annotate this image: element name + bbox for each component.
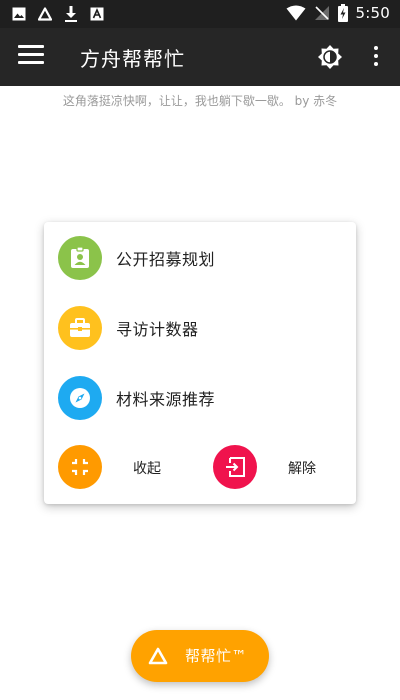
image-icon xyxy=(12,7,26,21)
compass-icon xyxy=(70,388,90,408)
collapse-button[interactable] xyxy=(58,444,102,490)
briefcase-icon xyxy=(70,318,90,337)
collapse-icon-bg xyxy=(58,445,102,489)
delta-icon xyxy=(38,7,52,21)
notice-text: 这角落挺凉快啊，让让，我也躺下歇一歇。 by 赤冬 xyxy=(62,94,338,108)
menu-icon xyxy=(18,45,44,64)
delta-icon xyxy=(148,647,168,665)
dismiss-icon-bg xyxy=(213,445,257,489)
more-vert-icon xyxy=(366,46,386,66)
status-bar: 5:50 xyxy=(0,0,400,28)
collapse-label: 收起 xyxy=(133,461,161,477)
status-time: 5:50 xyxy=(355,4,390,22)
collapse-icon xyxy=(72,459,88,475)
menu-item-material-source[interactable]: 材料来源推荐 xyxy=(58,375,215,421)
menu-item-icon-bg xyxy=(58,236,102,280)
id-badge-icon xyxy=(71,247,89,268)
wifi-icon xyxy=(286,5,306,21)
a-badge-icon xyxy=(90,7,104,21)
exit-icon xyxy=(226,457,245,477)
menu-item-label: 材料来源推荐 xyxy=(116,390,216,409)
fab-label: 帮帮忙™ xyxy=(185,647,248,665)
menu-item-icon-bg xyxy=(58,376,102,420)
no-sim-icon xyxy=(314,6,329,20)
theme-toggle-button[interactable] xyxy=(316,43,344,71)
dismiss-label: 解除 xyxy=(288,461,316,477)
dismiss-button[interactable] xyxy=(213,444,257,490)
menu-item-recruitment[interactable]: 公开招募规划 xyxy=(58,235,215,281)
status-icons-left xyxy=(12,6,104,22)
more-options-button[interactable] xyxy=(366,43,386,71)
help-fab-button[interactable]: 帮帮忙™ xyxy=(131,630,269,682)
status-icons-right: 5:50 xyxy=(286,4,390,22)
menu-button[interactable] xyxy=(18,45,44,69)
menu-item-label: 公开招募规划 xyxy=(116,250,216,269)
battery-charging-icon xyxy=(337,4,348,22)
quick-menu-card: 公开招募规划 寻访计数器 材料来源推荐 收起 解除 xyxy=(44,222,356,504)
app-bar: 方舟帮帮忙 xyxy=(0,28,400,86)
download-icon xyxy=(65,6,77,22)
menu-item-label: 寻访计数器 xyxy=(116,320,199,339)
menu-item-icon-bg xyxy=(58,306,102,350)
app-title: 方舟帮帮忙 xyxy=(80,47,185,71)
brightness-icon xyxy=(318,45,342,69)
menu-item-headhunt-counter[interactable]: 寻访计数器 xyxy=(58,305,199,351)
